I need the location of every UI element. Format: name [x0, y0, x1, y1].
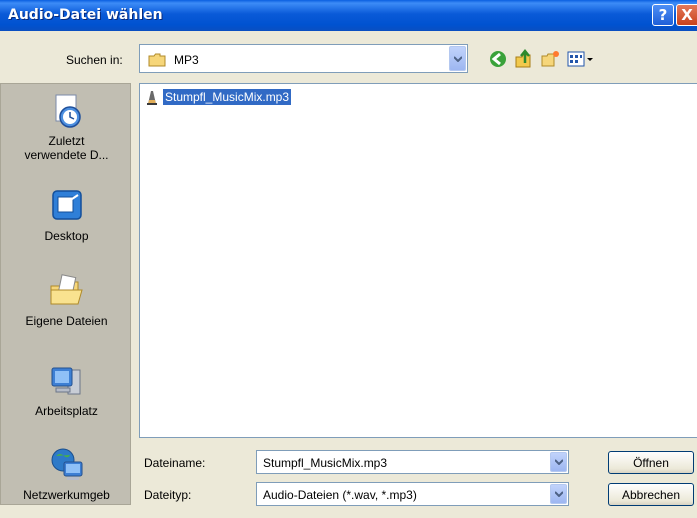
place-label: Arbeitsplatz: [35, 404, 98, 418]
open-button[interactable]: Öffnen: [608, 451, 694, 474]
chevron-down-icon: [453, 55, 462, 62]
place-label: Zuletzt verwendete D...: [24, 134, 109, 162]
filetype-select[interactable]: Audio-Dateien (*.wav, *.mp3): [256, 482, 569, 506]
my-computer-icon: [51, 367, 80, 395]
filename-value: Stumpfl_MusicMix.mp3: [263, 456, 388, 470]
places-bar: Zuletzt verwendete D... Desktop Eigene D…: [0, 83, 131, 505]
place-desktop[interactable]: Desktop: [1, 187, 132, 243]
file-list[interactable]: Stumpfl_MusicMix.mp3: [139, 83, 697, 438]
filename-input[interactable]: Stumpfl_MusicMix.mp3: [256, 450, 569, 474]
filetype-value: Audio-Dateien (*.wav, *.mp3): [263, 488, 417, 502]
audio-file-icon: [147, 91, 157, 105]
list-item[interactable]: Stumpfl_MusicMix.mp3: [144, 88, 292, 106]
up-folder-icon[interactable]: [513, 49, 533, 69]
place-network[interactable]: Netzwerkumgeb: [1, 446, 132, 502]
lookin-label: Suchen in:: [66, 53, 123, 67]
my-documents-icon: [50, 274, 83, 305]
filename-dropdown-arrow[interactable]: [550, 452, 567, 472]
back-icon[interactable]: [488, 49, 508, 69]
place-label: Netzwerkumgeb: [23, 488, 110, 502]
file-name: Stumpfl_MusicMix.mp3: [163, 89, 292, 105]
lookin-value: MP3: [174, 53, 199, 67]
help-button[interactable]: ?: [652, 4, 674, 26]
folder-icon: [148, 53, 166, 67]
filetype-label: Dateityp:: [144, 488, 192, 502]
filetype-dropdown-arrow[interactable]: [550, 484, 567, 504]
title-bar: Audio-Datei wählen ? X: [0, 0, 697, 31]
chevron-down-icon: [554, 459, 563, 465]
window-title: Audio-Datei wählen: [8, 7, 163, 23]
place-my-documents[interactable]: Eigene Dateien: [1, 272, 132, 328]
recent-documents-icon: [55, 94, 81, 128]
view-menu-icon[interactable]: [566, 49, 596, 69]
cancel-button[interactable]: Abbrechen: [608, 483, 694, 506]
new-folder-icon[interactable]: [540, 49, 560, 69]
network-places-icon: [51, 448, 82, 480]
place-my-computer[interactable]: Arbeitsplatz: [1, 362, 132, 418]
place-label: Eigene Dateien: [25, 314, 108, 328]
lookin-dropdown-arrow[interactable]: [449, 46, 466, 71]
chevron-down-icon: [554, 491, 563, 497]
desktop-icon: [51, 190, 82, 220]
close-button[interactable]: X: [676, 4, 697, 26]
lookin-combobox[interactable]: MP3: [139, 44, 468, 73]
filename-label: Dateiname:: [144, 456, 206, 470]
place-recent[interactable]: Zuletzt verwendete D...: [1, 92, 132, 162]
place-label: Desktop: [44, 229, 89, 243]
